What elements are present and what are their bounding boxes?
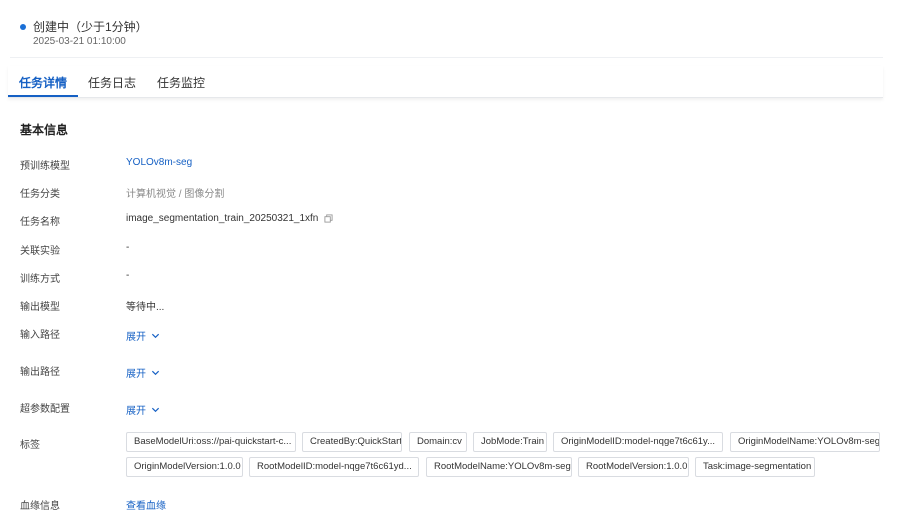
task-category-value: 计算机视觉 / 图像分割 (126, 189, 225, 200)
tag-item: Task:image-segmentation (695, 457, 815, 477)
experiment-label: 关联实验 (20, 246, 60, 257)
hyperparams-expand-label: 展开 (126, 406, 146, 417)
tag-item: RootModelVersion:1.0.0 (578, 457, 689, 477)
copy-icon[interactable] (324, 214, 333, 223)
tab-task-details[interactable]: 任务详情 (19, 74, 67, 91)
tag-item: CreatedBy:QuickStart (302, 432, 402, 452)
input-path-expand-label: 展开 (126, 332, 146, 343)
tag-item: Domain:cv (409, 432, 467, 452)
task-name-text: image_segmentation_train_20250321_1xfn (126, 213, 319, 224)
output-path-expand-label: 展开 (126, 369, 146, 380)
tags-label: 标签 (20, 440, 40, 451)
tag-item: RootModelName:YOLOv8m-seg (426, 457, 572, 477)
task-name-label: 任务名称 (20, 217, 60, 228)
output-path-expand[interactable]: 展开 (126, 365, 160, 380)
tag-item: RootModelID:model-nqge7t6c61yd... (249, 457, 419, 477)
output-model-value: 等待中... (126, 302, 165, 313)
hyperparams-label: 超参数配置 (20, 404, 70, 415)
tag-item: OriginModelName:YOLOv8m-seg (730, 432, 880, 452)
status-line: 创建中（少于1分钟） (20, 18, 148, 35)
task-category-label: 任务分类 (20, 189, 60, 200)
job-status-card: 创建中（少于1分钟） 2025-03-21 01:10:00 (10, 8, 883, 58)
status-label: 创建中（少于1分钟） (33, 20, 148, 34)
experiment-value: - (126, 242, 130, 253)
input-path-label: 输入路径 (20, 330, 60, 341)
tag-item: OriginModelVersion:1.0.0 (126, 457, 243, 477)
output-model-label: 输出模型 (20, 302, 60, 313)
chevron-down-icon (151, 333, 160, 339)
tab-task-logs[interactable]: 任务日志 (88, 74, 136, 91)
active-tab-indicator (8, 95, 78, 97)
task-name-value: image_segmentation_train_20250321_1xfn (126, 213, 333, 224)
pretrained-model-link[interactable]: YOLOv8m-seg (126, 157, 192, 168)
hyperparams-expand[interactable]: 展开 (126, 402, 160, 417)
tab-task-monitor[interactable]: 任务监控 (157, 74, 205, 91)
training-mode-label: 训练方式 (20, 274, 60, 285)
tag-item: JobMode:Train (473, 432, 547, 452)
status-time: 2025-03-21 01:10:00 (33, 36, 126, 47)
output-path-label: 输出路径 (20, 367, 60, 378)
section-title: 基本信息 (20, 123, 69, 137)
pretrained-model-label: 预训练模型 (20, 161, 70, 172)
tab-bar: 任务详情 任务日志 任务监控 (8, 66, 883, 98)
status-dot-icon (20, 23, 26, 30)
chevron-down-icon (151, 407, 160, 413)
chevron-down-icon (151, 370, 160, 376)
training-mode-value: - (126, 270, 130, 281)
tag-item: OriginModelID:model-nqge7t6c61y... (553, 432, 723, 452)
input-path-expand[interactable]: 展开 (126, 328, 160, 343)
tag-item: BaseModelUri:oss://pai-quickstart-c... (126, 432, 296, 452)
